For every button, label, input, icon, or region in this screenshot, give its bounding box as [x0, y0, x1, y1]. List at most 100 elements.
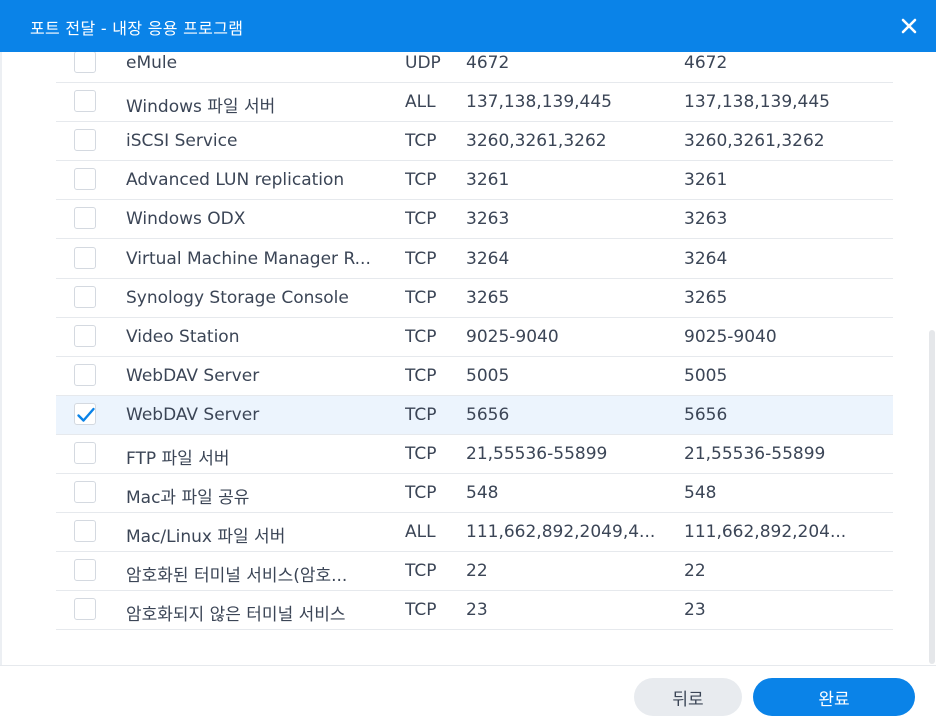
row-external-port: 5005	[466, 365, 510, 386]
row-protocol: TCP	[405, 170, 437, 191]
table-row[interactable]: Windows ODX TCP 3263 3263	[56, 200, 893, 240]
row-protocol: TCP	[405, 248, 437, 269]
row-protocol: TCP	[405, 287, 437, 308]
row-protocol: TCP	[405, 600, 437, 621]
row-external-port: 3265	[466, 287, 510, 308]
row-internal-port: 548	[684, 483, 717, 504]
close-icon	[901, 18, 917, 34]
row-checkbox[interactable]	[74, 168, 96, 191]
row-protocol: TCP	[405, 131, 437, 152]
table-row[interactable]: Mac/Linux 파일 서버 ALL 111,662,892,2049,4... 1…	[56, 513, 893, 553]
row-checkbox[interactable]	[74, 598, 96, 621]
table-row[interactable]: WebDAV Server TCP 5656 5656	[56, 395, 893, 435]
row-name: 암호화된 터미널 서비스(암호...	[126, 566, 348, 587]
close-button[interactable]	[895, 12, 923, 40]
row-external-port: 3263	[466, 209, 510, 230]
table-row[interactable]: Windows 파일 서버 ALL 137,138,139,445 137,138,1…	[56, 83, 893, 123]
row-name: WebDAV Server	[126, 365, 260, 386]
row-checkbox[interactable]	[74, 481, 96, 504]
row-internal-port: 5656	[684, 404, 728, 425]
row-name: Video Station	[126, 326, 240, 347]
row-internal-port: 3261	[684, 170, 728, 191]
row-checkbox[interactable]	[74, 246, 96, 269]
back-button[interactable]: 뒤로	[634, 678, 742, 716]
table-row[interactable]: iSCSI Service TCP 3260,3261,3262 3260,3261,…	[56, 122, 893, 162]
row-internal-port: 111,662,892,204...	[684, 522, 847, 543]
row-protocol: TCP	[405, 404, 437, 425]
row-checkbox[interactable]	[74, 402, 96, 425]
row-protocol: ALL	[405, 92, 436, 113]
table-row[interactable]: Mac과 파일 공유 TCP 548 548	[56, 474, 893, 514]
row-protocol: TCP	[405, 326, 437, 347]
done-button[interactable]: 완료	[753, 678, 915, 716]
row-external-port: 3261	[466, 170, 510, 191]
table-row[interactable]: Virtual Machine Manager R... TCP 3264 3264	[56, 240, 893, 279]
row-internal-port: 21,55536-55899	[684, 444, 826, 464]
table-row[interactable]: WebDAV Server TCP 5005 5005	[56, 357, 893, 396]
row-internal-port: 23	[684, 600, 706, 621]
row-name: 암호화되지 않은 터미널 서비스	[126, 605, 346, 626]
row-name: Windows 파일 서버	[126, 97, 276, 118]
row-name: Mac/Linux 파일 서버	[126, 527, 286, 548]
scrollbar[interactable]	[929, 330, 935, 664]
dialog-title: 포트 전달 - 내장 응용 프로그램	[30, 19, 244, 38]
row-checkbox[interactable]	[74, 52, 96, 73]
table-row[interactable]: Video Station TCP 9025-9040 9025-9040	[56, 318, 893, 357]
row-checkbox[interactable]	[74, 559, 96, 582]
row-internal-port: 9025-9040	[684, 326, 777, 347]
table-row[interactable]: 암호화된 터미널 서비스(암호... TCP 22 22	[56, 552, 893, 592]
row-external-port: 9025-9040	[466, 326, 559, 347]
table-row[interactable]: 암호화되지 않은 터미널 서비스 TCP 23 23	[56, 591, 893, 631]
checkmark-icon	[77, 407, 95, 422]
row-internal-port: 3263	[684, 209, 728, 230]
row-external-port: 548	[466, 483, 499, 504]
row-protocol: TCP	[405, 365, 437, 386]
row-checkbox[interactable]	[74, 129, 96, 152]
row-external-port: 23	[466, 600, 488, 621]
row-checkbox[interactable]	[74, 442, 96, 464]
row-protocol: ALL	[405, 522, 436, 543]
row-protocol: TCP	[405, 209, 437, 230]
row-external-port: 111,662,892,2049,4...	[466, 522, 656, 543]
row-name: WebDAV Server	[126, 404, 260, 425]
table-row[interactable]: eMule UDP 4672 4672	[56, 52, 893, 83]
row-external-port: 4672	[466, 53, 510, 73]
row-protocol: TCP	[405, 483, 437, 504]
row-internal-port: 22	[684, 561, 706, 582]
row-checkbox[interactable]	[74, 285, 96, 308]
row-checkbox[interactable]	[74, 520, 96, 543]
row-external-port: 21,55536-55899	[466, 444, 608, 464]
row-internal-port: 137,138,139,445	[684, 92, 831, 113]
row-internal-port: 3260,3261,3262	[684, 131, 825, 152]
row-protocol: UDP	[405, 53, 441, 73]
row-name: FTP 파일 서버	[126, 449, 230, 469]
application-list[interactable]: eMule UDP 4672 4672 Windows 파일 서버 ALL 137,138,…	[0, 52, 936, 665]
row-checkbox[interactable]	[74, 90, 96, 113]
row-name: eMule	[126, 53, 178, 73]
row-protocol: TCP	[405, 561, 437, 582]
dialog-titlebar: 포트 전달 - 내장 응용 프로그램	[0, 0, 936, 52]
row-name: Windows ODX	[126, 209, 246, 230]
row-name: Mac과 파일 공유	[126, 488, 250, 509]
row-name: Synology Storage Console	[126, 287, 349, 308]
row-external-port: 137,138,139,445	[466, 92, 613, 113]
row-external-port: 22	[466, 561, 488, 582]
row-name: Virtual Machine Manager R...	[126, 248, 371, 269]
row-internal-port: 3264	[684, 248, 728, 269]
row-name: Advanced LUN replication	[126, 170, 345, 191]
row-external-port: 5656	[466, 404, 510, 425]
row-internal-port: 4672	[684, 53, 728, 73]
row-checkbox[interactable]	[74, 207, 96, 230]
row-name: iSCSI Service	[126, 131, 238, 152]
row-external-port: 3264	[466, 248, 510, 269]
row-internal-port: 5005	[684, 365, 728, 386]
table-row[interactable]: Synology Storage Console TCP 3265 3265	[56, 279, 893, 318]
row-checkbox[interactable]	[74, 363, 96, 386]
row-external-port: 3260,3261,3262	[466, 131, 607, 152]
table-row[interactable]: FTP 파일 서버 TCP 21,55536-55899 21,55536-55899	[56, 435, 893, 474]
row-internal-port: 3265	[684, 287, 728, 308]
dialog-footer: 뒤로 완료	[0, 665, 936, 720]
table-row[interactable]: Advanced LUN replication TCP 3261 3261	[56, 161, 893, 201]
row-protocol: TCP	[405, 444, 437, 464]
row-checkbox[interactable]	[74, 324, 96, 347]
